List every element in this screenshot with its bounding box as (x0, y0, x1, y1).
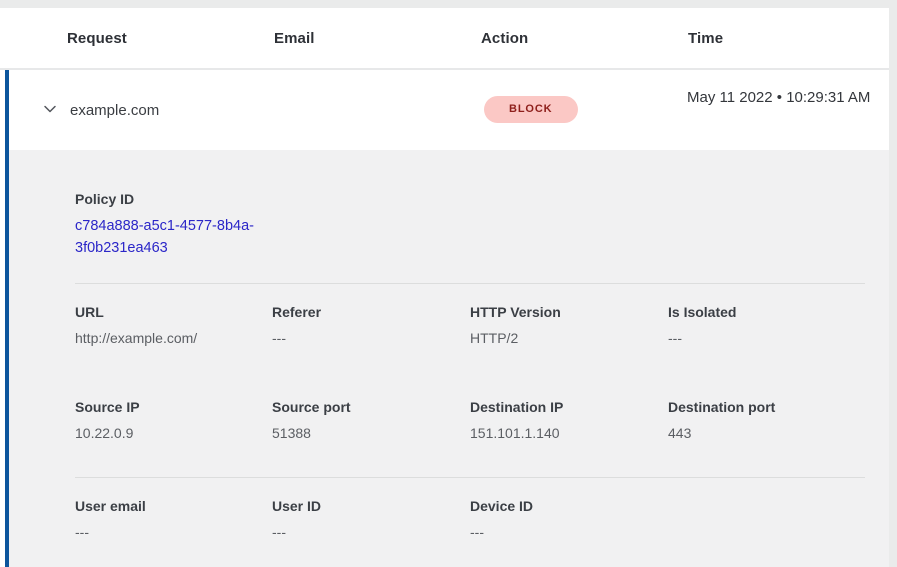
url-value: http://example.com/ (75, 330, 272, 346)
chevron-down-icon (42, 101, 58, 120)
referer-value: --- (272, 330, 470, 346)
source-port-value: 51388 (272, 425, 470, 441)
request-cell: example.com (70, 102, 159, 119)
http-version-field: HTTP Version HTTP/2 (470, 304, 668, 346)
collapse-row-button[interactable] (38, 99, 62, 121)
policy-id-label: Policy ID (75, 191, 295, 207)
source-ip-label: Source IP (75, 399, 272, 415)
user-email-label: User email (75, 498, 272, 514)
url-field: URL http://example.com/ (75, 304, 272, 346)
detail-fields-row: URL http://example.com/ Referer --- HTTP… (75, 304, 866, 346)
destination-ip-label: Destination IP (470, 399, 668, 415)
section-divider (75, 477, 865, 478)
user-id-label: User ID (272, 498, 470, 514)
time-cell: May 11 2022 • 10:29:31 AM (687, 86, 871, 110)
destination-ip-value: 151.101.1.140 (470, 425, 668, 441)
is-isolated-label: Is Isolated (668, 304, 866, 320)
detail-fields-row: Source IP 10.22.0.9 Source port 51388 De… (75, 399, 866, 441)
destination-port-value: 443 (668, 425, 866, 441)
user-id-value: --- (272, 524, 470, 540)
section-divider (75, 283, 865, 284)
source-port-label: Source port (272, 399, 470, 415)
http-version-value: HTTP/2 (470, 330, 668, 346)
detail-fields-row: User email --- User ID --- Device ID --- (75, 498, 866, 540)
url-label: URL (75, 304, 272, 320)
is-isolated-value: --- (668, 330, 866, 346)
user-email-field: User email --- (75, 498, 272, 540)
column-header-action: Action (481, 30, 528, 47)
http-version-label: HTTP Version (470, 304, 668, 320)
log-table-row[interactable]: example.com BLOCK May 11 2022 • 10:29:31… (9, 70, 889, 150)
column-header-time: Time (688, 30, 723, 47)
column-header-email: Email (274, 30, 315, 47)
top-margin (0, 0, 897, 8)
column-header-request: Request (67, 30, 127, 47)
is-isolated-field: Is Isolated --- (668, 304, 866, 346)
destination-ip-field: Destination IP 151.101.1.140 (470, 399, 668, 441)
user-id-field: User ID --- (272, 498, 470, 540)
destination-port-field: Destination port 443 (668, 399, 866, 441)
gateway-log-panel: Request Email Action Time example.com BL… (0, 0, 897, 567)
action-cell: BLOCK (484, 96, 578, 123)
device-id-field: Device ID --- (470, 498, 668, 540)
source-ip-value: 10.22.0.9 (75, 425, 272, 441)
device-id-value: --- (470, 524, 668, 540)
policy-id-field: Policy ID c784a888-a5c1-4577-8b4a-3f0b23… (75, 191, 295, 259)
source-port-field: Source port 51388 (272, 399, 470, 441)
log-table-header: Request Email Action Time (7, 8, 889, 68)
source-ip-field: Source IP 10.22.0.9 (75, 399, 272, 441)
right-margin (889, 8, 897, 567)
referer-field: Referer --- (272, 304, 470, 346)
device-id-label: Device ID (470, 498, 668, 514)
user-email-value: --- (75, 524, 272, 540)
destination-port-label: Destination port (668, 399, 866, 415)
action-block-badge: BLOCK (484, 96, 578, 123)
policy-id-link[interactable]: c784a888-a5c1-4577-8b4a-3f0b231ea463 (75, 215, 280, 259)
referer-label: Referer (272, 304, 470, 320)
expanded-log-entry: example.com BLOCK May 11 2022 • 10:29:31… (0, 70, 889, 567)
log-detail-panel: Policy ID c784a888-a5c1-4577-8b4a-3f0b23… (9, 150, 889, 567)
